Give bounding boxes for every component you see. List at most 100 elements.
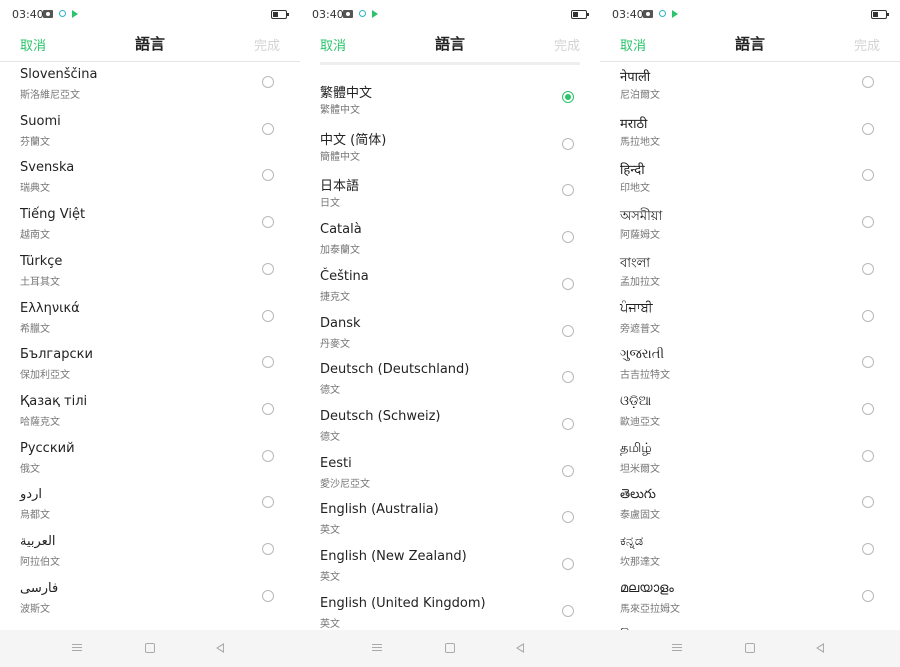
language-item[interactable]: नेपाली 尼泊爾文: [600, 66, 900, 113]
language-item[interactable]: اردو 烏都文: [0, 486, 300, 533]
language-item[interactable]: தமிழ் 坦米爾文: [600, 440, 900, 487]
language-item[interactable]: Deutsch (Schweiz) 德文: [300, 408, 600, 455]
status-bar: 03:40: [300, 0, 600, 30]
radio-icon[interactable]: [862, 262, 874, 275]
done-button[interactable]: 完成: [254, 35, 280, 54]
language-item[interactable]: 繁體中文 繁體中文: [300, 81, 600, 128]
language-item[interactable]: অসমীয়া 阿薩姆文: [600, 206, 900, 253]
message-icon: [643, 10, 653, 18]
radio-icon[interactable]: [862, 496, 874, 509]
radio-icon[interactable]: [862, 76, 874, 88]
language-translation: 烏都文: [20, 510, 50, 522]
back-icon[interactable]: [816, 643, 824, 653]
done-button[interactable]: 完成: [854, 35, 880, 54]
language-item[interactable]: Dansk 丹麥文: [300, 315, 600, 362]
language-translation: 斯洛維尼亞文: [20, 90, 80, 101]
radio-icon[interactable]: [562, 558, 574, 570]
language-item[interactable]: മലയാളം 馬來亞拉姆文: [600, 580, 900, 627]
radio-icon[interactable]: [262, 216, 274, 229]
radio-icon[interactable]: [262, 589, 274, 602]
radio-icon[interactable]: [262, 262, 274, 275]
language-item[interactable]: मराठी 馬拉地文: [600, 113, 900, 160]
language-native-name: বাংলা: [620, 255, 651, 271]
radio-icon[interactable]: [862, 356, 874, 369]
language-item[interactable]: Deutsch (Deutschland) 德文: [300, 361, 600, 408]
language-list[interactable]: नेपाली 尼泊爾文 मराठी 馬拉地文 हिन्दी 印地文 অসমীয়…: [600, 62, 900, 630]
radio-icon[interactable]: [862, 589, 874, 602]
radio-icon[interactable]: [262, 76, 274, 88]
radio-icon[interactable]: [862, 309, 874, 322]
radio-icon[interactable]: [562, 277, 574, 290]
language-item[interactable]: English (New Zealand) 英文: [300, 548, 600, 595]
language-item[interactable]: Türkçe 土耳其文: [0, 253, 300, 300]
language-item[interactable]: Eesti 愛沙尼亞文: [300, 455, 600, 502]
radio-icon[interactable]: [562, 137, 574, 150]
language-translation: 丹麥文: [320, 338, 350, 350]
language-list[interactable]: 繁體中文 繁體中文 中文 (简体) 簡體中文 日本語 日文 Català 加泰蘭…: [300, 62, 600, 630]
done-button[interactable]: 完成: [554, 35, 580, 54]
radio-icon[interactable]: [262, 543, 274, 555]
language-item[interactable]: English (United Kingdom) 英文: [300, 595, 600, 630]
radio-icon[interactable]: [562, 464, 574, 477]
language-item[interactable]: తెలుగు 泰盧固文: [600, 486, 900, 533]
language-item[interactable]: فارسی 波斯文: [0, 580, 300, 627]
home-icon[interactable]: [745, 643, 755, 653]
language-item[interactable]: Русский 俄文: [0, 440, 300, 487]
radio-icon[interactable]: [562, 371, 574, 384]
language-item[interactable]: Slovenščina 斯洛維尼亞文: [0, 66, 300, 113]
radio-icon[interactable]: [862, 169, 874, 182]
menu-icon[interactable]: [672, 644, 682, 652]
radio-icon[interactable]: [262, 402, 274, 415]
language-item[interactable]: Қазақ тілі 哈薩克文: [0, 393, 300, 440]
language-native-name: Català: [320, 222, 362, 238]
language-translation: 越南文: [20, 230, 50, 242]
language-item[interactable]: বাংলা 孟加拉文: [600, 253, 900, 300]
language-item[interactable]: 中文 (简体) 簡體中文: [300, 128, 600, 175]
radio-icon[interactable]: [862, 216, 874, 229]
radio-icon[interactable]: [562, 417, 574, 430]
radio-icon[interactable]: [262, 309, 274, 322]
language-item[interactable]: 日本語 日文: [300, 174, 600, 221]
back-icon[interactable]: [216, 643, 224, 653]
language-item[interactable]: Български 保加利亞文: [0, 346, 300, 393]
radio-icon[interactable]: [562, 184, 574, 197]
menu-icon[interactable]: [372, 644, 382, 652]
language-item[interactable]: English (Australia) 英文: [300, 501, 600, 548]
home-icon[interactable]: [445, 643, 455, 653]
language-item[interactable]: ಕನ್ನಡ 坎那達文: [600, 533, 900, 580]
radio-icon[interactable]: [862, 402, 874, 415]
radio-icon[interactable]: [262, 496, 274, 509]
radio-selected-icon[interactable]: [562, 91, 574, 103]
language-item[interactable]: Suomi 芬蘭文: [0, 113, 300, 160]
radio-icon[interactable]: [862, 449, 874, 462]
language-item[interactable]: Català 加泰蘭文: [300, 221, 600, 268]
language-native-name: 日本語: [320, 179, 360, 195]
language-item[interactable]: ଓଡ଼ିଆ 歐迪亞文: [600, 393, 900, 440]
home-icon[interactable]: [145, 643, 155, 653]
language-item[interactable]: Ελληνικά 希臘文: [0, 300, 300, 347]
radio-icon[interactable]: [262, 169, 274, 182]
radio-icon[interactable]: [262, 449, 274, 462]
radio-icon[interactable]: [562, 604, 574, 617]
radio-icon[interactable]: [262, 356, 274, 369]
radio-icon[interactable]: [262, 122, 274, 135]
radio-icon[interactable]: [562, 511, 574, 524]
status-bar: 03:40: [0, 0, 300, 30]
radio-icon[interactable]: [562, 324, 574, 337]
language-item[interactable]: Čeština 捷克文: [300, 268, 600, 315]
status-bar: 03:40: [600, 0, 900, 30]
language-translation: 哈薩克文: [20, 416, 60, 428]
language-item[interactable]: العربية 阿拉伯文: [0, 533, 300, 580]
radio-icon[interactable]: [562, 231, 574, 244]
radio-icon[interactable]: [862, 122, 874, 135]
language-item[interactable]: हिन्दी 印地文: [600, 159, 900, 206]
menu-icon[interactable]: [72, 644, 82, 652]
play-icon: [672, 10, 678, 18]
language-item[interactable]: Tiếng Việt 越南文: [0, 206, 300, 253]
language-list[interactable]: Slovenščina 斯洛維尼亞文 Suomi 芬蘭文 Svenska 瑞典文…: [0, 62, 300, 630]
radio-icon[interactable]: [862, 543, 874, 555]
back-icon[interactable]: [516, 643, 524, 653]
language-item[interactable]: ਪੰਜਾਬੀ 旁遮普文: [600, 300, 900, 347]
language-item[interactable]: Svenska 瑞典文: [0, 159, 300, 206]
language-item[interactable]: ગુજરાતી 古吉拉特文: [600, 346, 900, 393]
